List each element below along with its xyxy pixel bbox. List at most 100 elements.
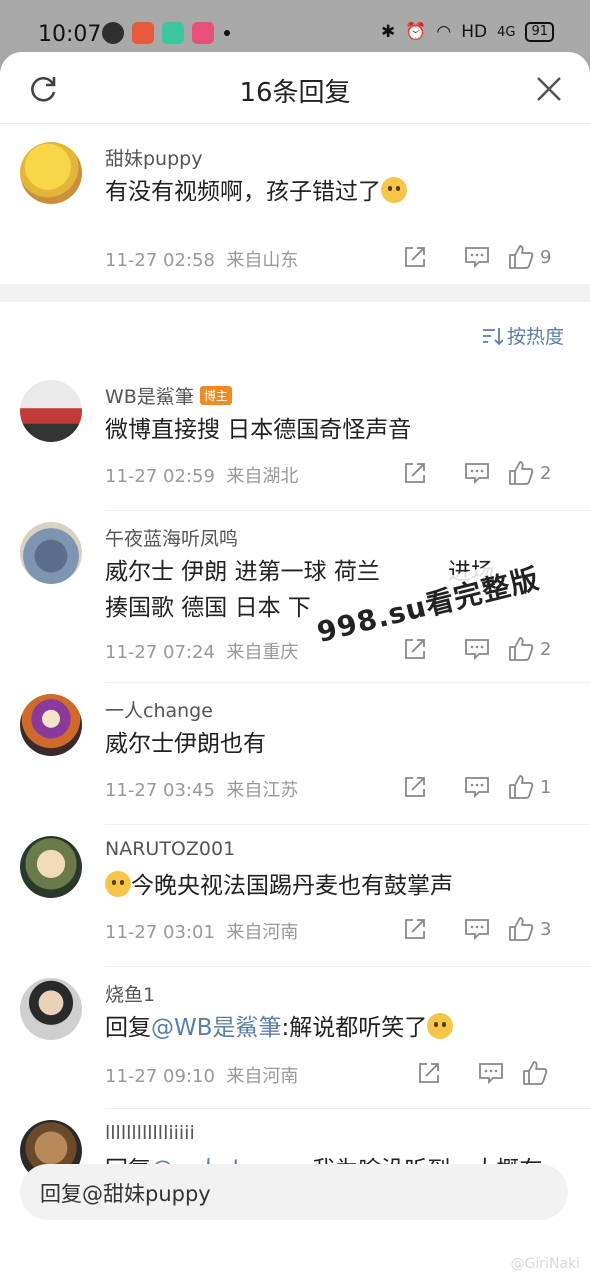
comment-actions: 1: [384, 773, 570, 801]
reply-input-placeholder: 回复@甜妹puppy: [40, 1182, 211, 1206]
like-button[interactable]: 3: [508, 916, 570, 942]
comment-username[interactable]: 午夜蓝海听凤鸣: [105, 524, 238, 551]
comment-time: 11-27 02:58: [105, 250, 215, 271]
list-item: NARUTOZ001 今晚央视法国踢丹麦也有鼓掌声 11-27 03:01 来自…: [0, 828, 590, 968]
close-icon[interactable]: [534, 74, 564, 104]
comment-actions: [398, 1059, 584, 1087]
comment-meta: 11-27 03:01 来自河南: [105, 918, 298, 944]
like-count: 9: [540, 246, 552, 268]
status-time: 10:07: [38, 22, 102, 47]
share-icon[interactable]: [384, 635, 446, 663]
comment-time: 11-27 02:59: [105, 466, 215, 487]
replies-sheet: 16条回复 甜妹puppy 有没有视频啊，孩子错过了 11-27 02:58 来…: [0, 52, 590, 1280]
thumbs-up-icon: [509, 917, 534, 941]
avatar[interactable]: [20, 836, 82, 898]
comment-text-part: 威尔士 伊朗 进第一球 荷兰: [105, 559, 380, 585]
comment-actions: 9: [384, 243, 570, 271]
comment-icon[interactable]: [446, 635, 508, 663]
battery-icon: 91: [525, 22, 554, 42]
share-icon[interactable]: [384, 459, 446, 487]
list-item: 一人change 威尔士伊朗也有 11-27 03:45 来自江苏 1: [0, 686, 590, 826]
comment-username[interactable]: 烧鱼1: [105, 980, 155, 1007]
comment-icon[interactable]: [446, 459, 508, 487]
comment-username[interactable]: WB是鯊筆: [105, 382, 194, 409]
comment-username[interactable]: lllllllllllliiiii: [105, 1122, 195, 1144]
comment-text-content: :解说都听笑了: [281, 1015, 428, 1041]
comment-actions: 2: [384, 459, 570, 487]
like-button[interactable]: 2: [508, 636, 570, 662]
sheet-title: 16条回复: [239, 78, 351, 108]
thumbs-up-icon: [523, 1061, 548, 1085]
comment-username[interactable]: NARUTOZ001: [105, 838, 235, 860]
app-icon-pink: [192, 22, 214, 44]
share-icon[interactable]: [398, 1059, 460, 1087]
doge-emoji-icon: [427, 1013, 454, 1039]
comment-location: 来自山东: [226, 250, 299, 271]
comment-text: 有没有视频啊，孩子错过了: [105, 174, 560, 210]
comment-username-row: WB是鯊筆 博主: [105, 382, 232, 409]
bluetooth-icon: ✱: [380, 22, 396, 42]
section-divider: [0, 284, 590, 302]
sheet-header: 16条回复: [0, 52, 590, 124]
wifi-icon: ◠: [436, 22, 452, 42]
sort-label: 按热度: [506, 326, 564, 348]
sort-toggle[interactable]: 按热度: [481, 322, 564, 349]
alarm-icon: ⏰: [405, 22, 427, 42]
comment-icon[interactable]: [446, 243, 508, 271]
weibo-icon: [132, 22, 154, 44]
status-bar: 10:07 ✱ ⏰ ◠ HD 4G 91: [0, 0, 590, 56]
like-count: 2: [540, 462, 552, 484]
network-type: HD: [461, 22, 488, 42]
author-badge: 博主: [199, 386, 232, 405]
doge-emoji-icon: [105, 871, 131, 897]
avatar[interactable]: [20, 142, 82, 204]
thumbs-up-icon: [509, 637, 534, 661]
comment-icon[interactable]: [446, 915, 508, 943]
parent-comment: 甜妹puppy 有没有视频啊，孩子错过了 11-27 02:58 来自山东 9: [0, 124, 590, 284]
comment-icon[interactable]: [460, 1059, 522, 1087]
app-icon: [162, 22, 184, 44]
comment-actions: 3: [384, 915, 570, 943]
comment-time: 11-27 09:10: [105, 1066, 215, 1087]
comment-text-content: 今晚央视法国踢丹麦也有鼓掌声: [131, 873, 453, 899]
comment-meta: 11-27 02:59 来自湖北: [105, 462, 298, 488]
like-count: 1: [540, 776, 552, 798]
notification-icons: [102, 22, 230, 44]
comment-location: 来自江苏: [226, 780, 299, 801]
comment-icon[interactable]: [446, 773, 508, 801]
share-icon[interactable]: [384, 243, 446, 271]
divider: [105, 966, 590, 967]
avatar[interactable]: [20, 978, 82, 1040]
sad-face-emoji-icon: [381, 177, 407, 203]
like-button[interactable]: 2: [508, 460, 570, 486]
avatar[interactable]: [20, 694, 82, 756]
avatar[interactable]: [20, 522, 82, 584]
comment-text: 微博直接搜 日本德国奇怪声音: [105, 417, 412, 443]
comment-location: 来自河南: [226, 922, 299, 943]
thumbs-up-icon: [509, 245, 534, 269]
comment-text-content: 有没有视频啊，孩子错过了: [105, 179, 381, 205]
comment-username[interactable]: 一人change: [105, 696, 213, 723]
thumbs-up-icon: [509, 461, 534, 485]
list-item: WB是鯊筆 博主 微博直接搜 日本德国奇怪声音 11-27 02:59 来自湖北 …: [0, 372, 590, 512]
mention-link[interactable]: @WB是鯊筆: [151, 1015, 282, 1041]
divider: [105, 824, 590, 825]
like-button[interactable]: 9: [508, 244, 570, 270]
share-icon[interactable]: [384, 773, 446, 801]
comment-location: 来自河南: [226, 1066, 299, 1087]
comment-meta: 11-27 09:10 来自河南: [105, 1062, 298, 1088]
signal-type: 4G: [497, 24, 516, 40]
comment-actions: 2: [384, 635, 570, 663]
more-notifications-icon: [224, 30, 230, 36]
source-watermark: @GiriNaki: [510, 1256, 580, 1272]
like-count: 2: [540, 638, 552, 660]
system-icons: ✱ ⏰ ◠ HD 4G 91: [381, 22, 554, 42]
like-button[interactable]: 1: [508, 774, 570, 800]
reply-prefix: 回复: [105, 1015, 151, 1041]
like-button[interactable]: [522, 1060, 584, 1086]
avatar[interactable]: [20, 380, 82, 442]
comment-username[interactable]: 甜妹puppy: [105, 144, 202, 171]
share-icon[interactable]: [384, 915, 446, 943]
reply-input[interactable]: 回复@甜妹puppy: [20, 1164, 568, 1220]
comment-text: 回复@WB是鯊筆:解说都听笑了: [105, 1010, 560, 1046]
